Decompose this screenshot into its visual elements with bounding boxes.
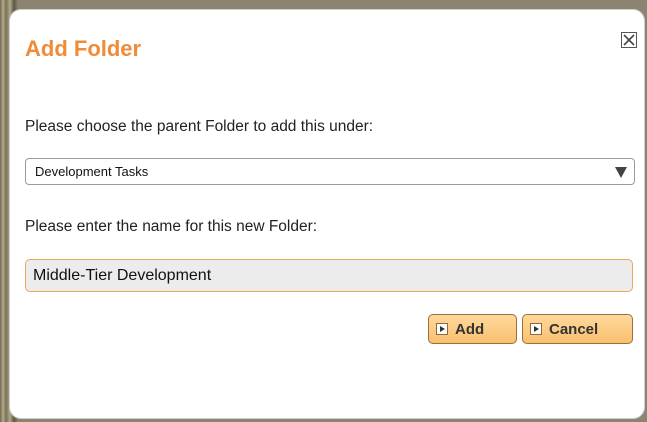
folder-name-label: Please enter the name for this new Folde… [25, 218, 318, 235]
cancel-button-label: Cancel [549, 321, 599, 338]
add-button-label: Add [455, 321, 485, 338]
chevron-down-icon [615, 167, 627, 178]
add-button[interactable]: Add [428, 314, 517, 344]
close-icon [623, 34, 635, 46]
play-arrow-icon [436, 323, 448, 335]
play-arrow-icon [530, 323, 542, 335]
parent-folder-select[interactable]: Development Tasks [25, 158, 635, 185]
add-folder-dialog [9, 9, 645, 419]
parent-folder-selected-value: Development Tasks [35, 164, 149, 179]
dialog-title: Add Folder [25, 36, 142, 61]
folder-name-input[interactable] [25, 259, 633, 292]
close-button[interactable] [621, 32, 637, 48]
cancel-button[interactable]: Cancel [522, 314, 633, 344]
parent-folder-label: Please choose the parent Folder to add t… [25, 118, 374, 135]
